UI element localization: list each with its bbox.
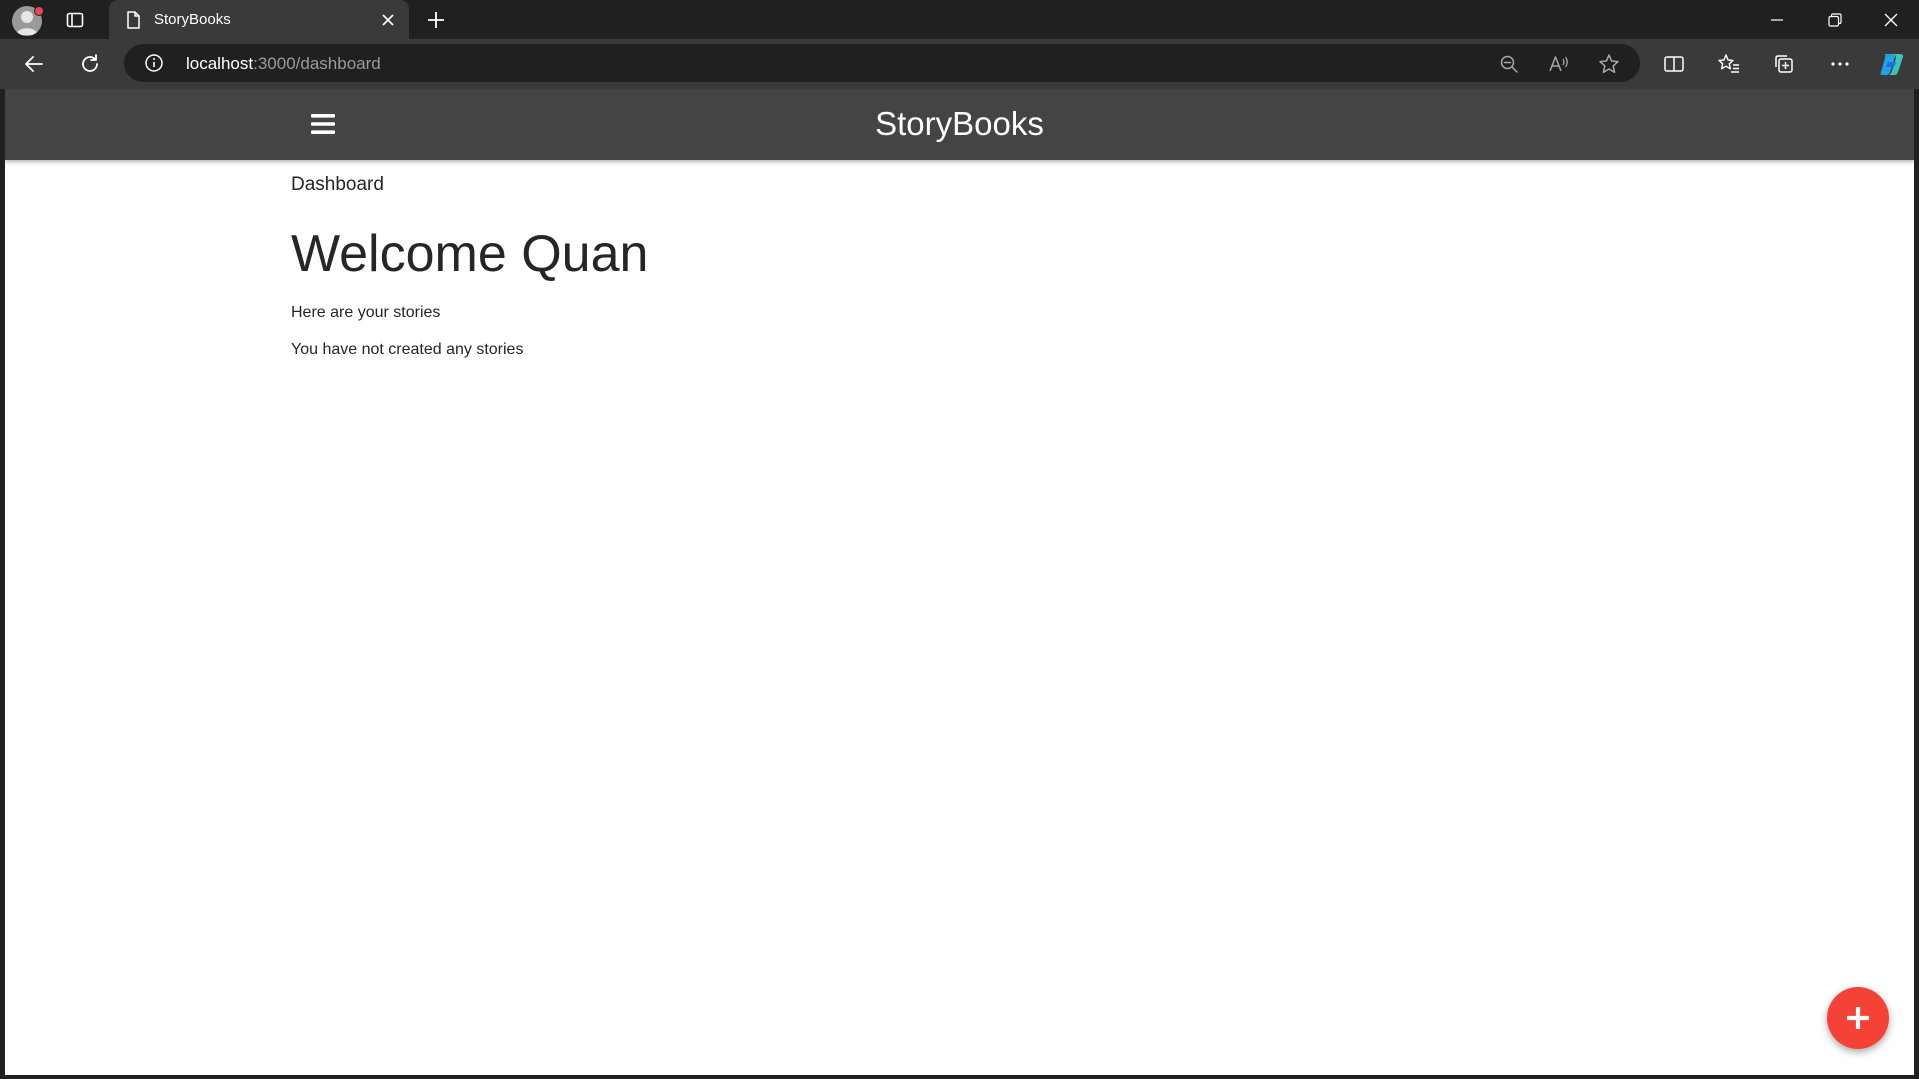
vertical-tabs-icon[interactable] [62,7,88,33]
url-text[interactable]: localhost:3000/dashboard [186,54,381,74]
collections-icon[interactable] [1770,50,1798,78]
star-icon[interactable] [1596,51,1622,77]
page-icon [123,10,143,30]
page-title: Welcome Quan [291,225,649,283]
read-aloud-icon[interactable] [1546,51,1572,77]
brand-logo[interactable]: StoryBooks [5,105,1914,143]
stories-subtitle: Here are your stories [291,304,441,321]
close-icon[interactable] [377,9,399,31]
zoom-out-icon[interactable] [1496,51,1522,77]
favorites-list-icon[interactable] [1715,50,1743,78]
reload-icon[interactable] [76,50,104,78]
back-arrow-icon[interactable] [20,50,48,78]
empty-stories-message: You have not created any stories [291,341,524,358]
breadcrumb: Dashboard [291,174,384,195]
browser-tab-active[interactable]: StoryBooks [109,0,409,40]
url-host: localhost [186,54,254,73]
dashboard-content: Dashboard Welcome Quan Here are your sto… [291,174,648,358]
plus-icon [1847,1007,1869,1029]
app-navbar: StoryBooks [5,89,1914,160]
notification-dot [34,6,44,16]
minimize-window-icon[interactable] [1762,5,1792,35]
copilot-icon[interactable] [1878,50,1906,78]
split-screen-icon[interactable] [1660,50,1688,78]
tab-title: StoryBooks [154,11,231,28]
new-tab-plus-icon[interactable] [422,6,450,34]
browser-tab-strip: StoryBooks [0,0,1919,40]
restore-window-icon[interactable] [1820,5,1850,35]
info-icon[interactable] [144,53,164,73]
url-path: :3000/dashboard [253,54,381,73]
add-story-button[interactable] [1827,987,1889,1049]
page-viewport: StoryBooks Dashboard Welcome Quan Here a… [5,89,1914,1075]
more-icon[interactable] [1826,50,1854,78]
browser-toolbar: localhost:3000/dashboard [0,39,1919,89]
address-bar[interactable]: localhost:3000/dashboard [124,44,1640,82]
close-window-icon[interactable] [1876,5,1906,35]
